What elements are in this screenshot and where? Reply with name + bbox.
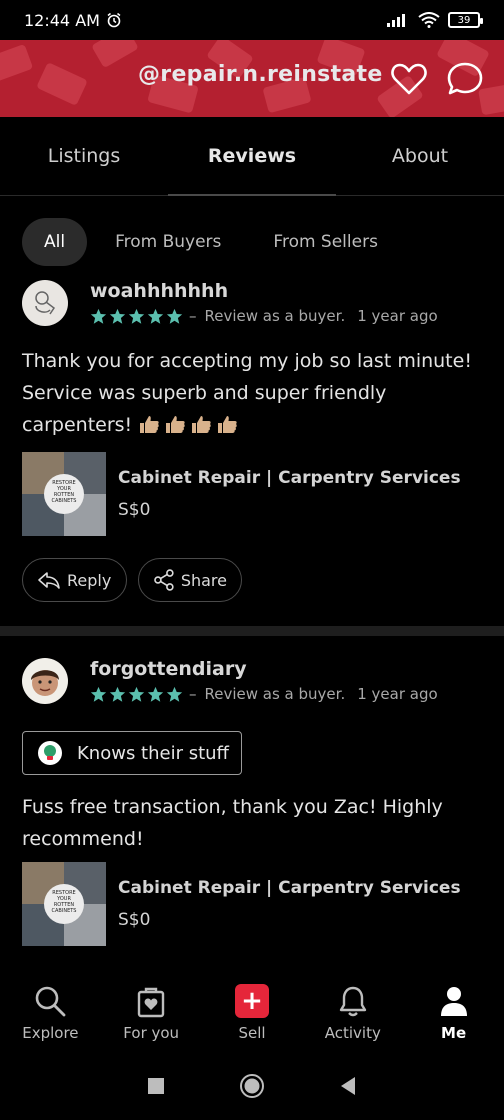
- star-icon: [166, 686, 183, 702]
- share-icon: [154, 569, 174, 591]
- review-text: Fuss free transaction, thank you Zac! Hi…: [22, 796, 443, 850]
- recent-apps-icon[interactable]: [147, 1077, 165, 1095]
- battery-indicator: 39: [448, 12, 483, 28]
- review-item: woahhhhhhh – Review as a buyer. 1 year a…: [0, 278, 504, 618]
- avatar[interactable]: [22, 280, 68, 326]
- listing-thumbnail: RESTORE YOUR ROTTEN CABINETS: [22, 452, 106, 536]
- star-rating: [90, 686, 183, 703]
- thumbnail-caption: RESTORE YOUR ROTTEN CABINETS: [51, 480, 77, 504]
- star-rating: [90, 308, 183, 325]
- alarm-icon: [107, 12, 121, 28]
- home-icon[interactable]: [239, 1073, 265, 1099]
- filter-all[interactable]: All: [22, 218, 88, 266]
- review-body: Thank you for accepting my job so last m…: [22, 350, 472, 436]
- star-icon: [128, 308, 145, 324]
- nav-activity[interactable]: Activity: [302, 978, 403, 1052]
- star-icon: [90, 686, 107, 702]
- reply-label: Reply: [67, 570, 112, 590]
- listing-thumbnail: RESTORE YOUR ROTTEN CABINETS: [22, 862, 106, 946]
- review-meta: – Review as a buyer. 1 year ago: [90, 685, 438, 703]
- review-filters: All From Buyers From Sellers: [22, 218, 400, 266]
- nav-for-you[interactable]: For you: [101, 978, 202, 1052]
- listing-title: Cabinet Repair | Carpentry Services: [118, 468, 461, 488]
- filter-from-buyers[interactable]: From Buyers: [93, 218, 243, 266]
- listing-price: S$0: [118, 500, 151, 520]
- nav-label: Sell: [238, 1024, 266, 1042]
- star-icon: [109, 686, 126, 702]
- chat-icon[interactable]: [446, 60, 484, 98]
- star-icon: [128, 686, 145, 702]
- shopping-bag-heart-icon: [137, 987, 165, 1018]
- review-time: 1 year ago: [357, 685, 438, 703]
- person-icon: [440, 987, 467, 1016]
- avatar-photo: [31, 670, 59, 696]
- profile-tabs: Listings Reviews About: [0, 117, 504, 196]
- star-icon: [147, 308, 164, 324]
- system-nav: [0, 1052, 504, 1120]
- review-text: Thank you for accepting my job so last m…: [22, 345, 492, 441]
- filter-from-sellers[interactable]: From Sellers: [251, 218, 400, 266]
- review-role: Review as a buyer.: [204, 307, 346, 325]
- plus-icon: +: [234, 984, 269, 1018]
- reply-button[interactable]: Reply: [22, 558, 127, 602]
- avatar-doodle: [35, 291, 56, 315]
- lightbulb-icon: [38, 741, 62, 765]
- listing-price: S$0: [118, 910, 151, 930]
- tab-about[interactable]: About: [336, 117, 504, 195]
- nav-explore[interactable]: Explore: [0, 978, 101, 1052]
- listing-title: Cabinet Repair | Carpentry Services: [118, 878, 461, 898]
- share-label: Share: [180, 570, 227, 590]
- nav-label: Me: [441, 1024, 467, 1042]
- thumbs-up-icon: [192, 416, 211, 433]
- profile-header: @repair.n.reinstate: [0, 40, 504, 117]
- review-username[interactable]: forgottendiary: [90, 658, 247, 680]
- review-username[interactable]: woahhhhhhh: [90, 280, 228, 302]
- thumbs-up-icon: [140, 416, 159, 433]
- nav-label: Explore: [22, 1024, 79, 1042]
- review-badge: Knows their stuff: [22, 731, 242, 775]
- profile-handle: @repair.n.reinstate: [138, 62, 383, 87]
- nav-sell[interactable]: + Sell: [202, 978, 303, 1052]
- review-role: Review as a buyer.: [204, 685, 346, 703]
- nav-me[interactable]: Me: [403, 978, 504, 1052]
- meta-separator: –: [189, 685, 197, 703]
- listing-card[interactable]: RESTORE YOUR ROTTEN CABINETS Cabinet Rep…: [22, 862, 482, 948]
- reply-icon: [38, 572, 60, 589]
- thumbnail-caption: RESTORE YOUR ROTTEN CABINETS: [51, 890, 77, 914]
- status-time: 12:44 AM: [24, 10, 100, 30]
- section-divider: [0, 626, 504, 636]
- star-icon: [109, 308, 126, 324]
- nav-label: For you: [123, 1024, 180, 1042]
- search-icon: [36, 986, 66, 1017]
- thumbs-up-icon: [166, 416, 185, 433]
- thumbs-up-emojis: [138, 414, 242, 436]
- tab-reviews[interactable]: Reviews: [168, 117, 336, 196]
- review-time: 1 year ago: [357, 307, 438, 325]
- bottom-nav: Explore For you + Sell Activity Me: [0, 978, 504, 1052]
- meta-separator: –: [189, 307, 197, 325]
- status-bar: 12:44 AM 39: [0, 0, 504, 40]
- star-icon: [90, 308, 107, 324]
- back-icon[interactable]: [339, 1076, 357, 1096]
- bell-icon: [339, 986, 366, 1017]
- listing-card[interactable]: RESTORE YOUR ROTTEN CABINETS Cabinet Rep…: [22, 452, 482, 538]
- nav-label: Activity: [324, 1024, 381, 1042]
- badge-label: Knows their stuff: [77, 742, 229, 764]
- avatar[interactable]: [22, 658, 68, 704]
- review-item: forgottendiary – Review as a buyer. 1 ye…: [0, 656, 504, 978]
- tab-listings[interactable]: Listings: [0, 117, 168, 195]
- battery-level: 39: [457, 14, 471, 26]
- thumbs-up-icon: [218, 416, 237, 433]
- share-button[interactable]: Share: [138, 558, 242, 602]
- review-meta: – Review as a buyer. 1 year ago: [90, 307, 438, 325]
- wifi-icon: [418, 12, 440, 28]
- star-icon: [166, 308, 183, 324]
- signal-icon: [387, 14, 405, 27]
- star-icon: [147, 686, 164, 702]
- heart-icon[interactable]: [390, 60, 428, 98]
